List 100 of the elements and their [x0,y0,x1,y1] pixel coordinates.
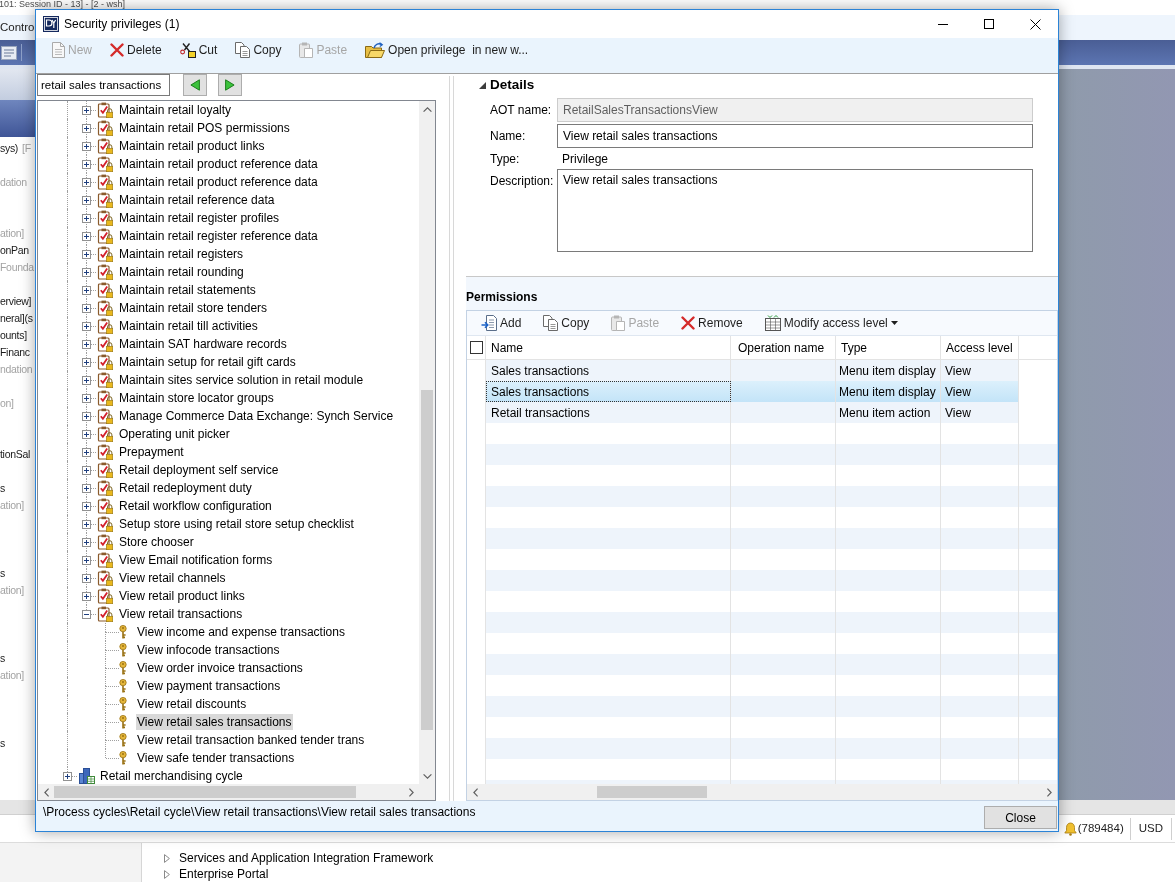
plus-box-icon[interactable] [82,592,91,601]
tree-item[interactable]: Store chooser [118,534,195,550]
tree-item[interactable]: Maintain store locator groups [118,390,275,406]
plus-box-icon[interactable] [82,178,91,187]
plus-box-icon[interactable] [82,358,91,367]
horizontal-scrollbar[interactable] [467,784,1057,800]
plus-box-icon[interactable] [82,124,91,133]
tree-item[interactable]: Operating unit picker [118,426,231,442]
plus-box-icon[interactable] [82,574,91,583]
tree-item[interactable]: Manage Commerce Data Exchange: Synch Service [118,408,395,424]
scrollbar-thumb[interactable] [421,390,433,730]
vertical-scrollbar[interactable] [419,101,435,784]
expand-triangle-icon[interactable] [164,869,170,879]
bell-icon[interactable] [1063,821,1077,836]
description-field[interactable]: View retail sales transactions [557,169,1033,252]
copy-button[interactable]: Copy [539,312,594,334]
column-header[interactable]: Type [835,336,940,359]
tree-item[interactable]: Maintain setup for retail gift cards [118,354,297,370]
plus-box-icon[interactable] [82,106,91,115]
scroll-down-icon[interactable] [422,773,432,779]
plus-box-icon[interactable] [82,412,91,421]
plus-box-icon[interactable] [82,286,91,295]
modify-access-level-button[interactable]: Modify access level [760,312,902,334]
plus-box-icon[interactable] [82,538,91,547]
tree-item[interactable]: View retail transaction banked tender trans [136,732,366,748]
plus-box-icon[interactable] [82,304,91,313]
tree-item[interactable]: View retail product links [118,588,246,604]
plus-box-icon[interactable] [82,268,91,277]
tree-item[interactable]: Retail workflow configuration [118,498,273,514]
plus-box-icon[interactable] [82,430,91,439]
open-privilege-button[interactable]: Open privilege in new w... [359,38,535,62]
tree-item[interactable]: Setup store using retail store setup checklist [118,516,355,532]
tree-item[interactable]: View order invoice transactions [136,660,304,676]
plus-box-icon[interactable] [82,160,91,169]
text-field[interactable]: View retail sales transactions [557,124,1033,148]
tree-item[interactable]: View infocode transactions [136,642,281,658]
minus-box-icon[interactable] [82,610,91,619]
search-field[interactable]: retail sales transactions [37,74,170,96]
tree-item[interactable]: View retail sales transactions [136,714,293,730]
scroll-left-icon[interactable] [472,787,478,797]
scrollbar-thumb[interactable] [597,786,707,798]
scroll-right-icon[interactable] [408,787,414,797]
plus-box-icon[interactable] [82,232,91,241]
tree-item[interactable]: Maintain retail till activities [118,318,259,334]
plus-box-icon[interactable] [63,772,72,781]
scroll-left-icon[interactable] [43,787,49,797]
triangle-icon[interactable] [479,81,486,89]
scrollbar-thumb[interactable] [54,786,356,798]
forward-button[interactable] [218,74,242,96]
tree-item[interactable]: View retail transactions [118,606,244,622]
tree-item[interactable]: Maintain sites service solution in retail module [118,372,365,388]
tree-item[interactable]: View Email notification forms [118,552,274,568]
tree-item[interactable]: View income and expense transactions [136,624,346,640]
tree-item[interactable]: Enterprise Portal [178,866,270,882]
plus-box-icon[interactable] [82,376,91,385]
plus-box-icon[interactable] [82,556,91,565]
add-button[interactable]: Add [477,312,526,334]
horizontal-scrollbar[interactable] [38,784,419,800]
table-row[interactable]: Retail transactions Menu item action View [485,402,1019,423]
plus-box-icon[interactable] [82,196,91,205]
plus-box-icon[interactable] [82,448,91,457]
plus-box-icon[interactable] [82,250,91,259]
plus-box-icon[interactable] [82,502,91,511]
tree-item[interactable]: Maintain retail register reference data [118,228,319,244]
plus-box-icon[interactable] [82,322,91,331]
form-icon[interactable] [1,45,17,60]
column-header[interactable]: Name [485,336,730,359]
tree-item[interactable]: Maintain retail register profiles [118,210,281,226]
plus-box-icon[interactable] [82,484,91,493]
plus-box-icon[interactable] [82,340,91,349]
plus-box-icon[interactable] [82,520,91,529]
plus-box-icon[interactable] [82,394,91,403]
tree-item[interactable]: View payment transactions [136,678,282,694]
expand-triangle-icon[interactable] [164,853,170,863]
copy-button[interactable]: Copy [229,38,288,62]
tree-item[interactable]: View retail channels [118,570,227,586]
close-button[interactable]: Close [984,806,1057,829]
column-header[interactable]: Access level [940,336,1018,359]
table-row[interactable]: Sales transactions Menu item display View [485,360,1019,381]
select-all-checkbox[interactable] [469,341,483,354]
tree-item[interactable]: Maintain retail statements [118,282,257,298]
tree-item[interactable]: Maintain retail registers [118,246,245,262]
tree-item[interactable]: View retail discounts [136,696,248,712]
delete-button[interactable]: Delete [104,38,168,62]
tree-item[interactable]: Retail deployment self service [118,462,280,478]
scroll-up-icon[interactable] [422,106,432,112]
tree-item[interactable]: Maintain retail reference data [118,192,276,208]
tree-item[interactable]: Maintain retail store tenders [118,300,269,316]
plus-box-icon[interactable] [82,214,91,223]
tree-item[interactable]: Prepayment [118,444,185,460]
plus-box-icon[interactable] [82,142,91,151]
tree-item[interactable]: Maintain retail rounding [118,264,245,280]
tree-item[interactable]: Retail redeployment duty [118,480,253,496]
scroll-right-icon[interactable] [1046,787,1052,797]
column-header[interactable]: Operation name [730,336,835,359]
tree-item[interactable]: Maintain retail product reference data [118,156,319,172]
tree-item[interactable]: Maintain retail product links [118,138,266,154]
remove-button[interactable]: Remove [677,312,747,334]
back-button[interactable] [183,74,207,96]
tree-item[interactable]: View safe tender transactions [136,750,296,766]
